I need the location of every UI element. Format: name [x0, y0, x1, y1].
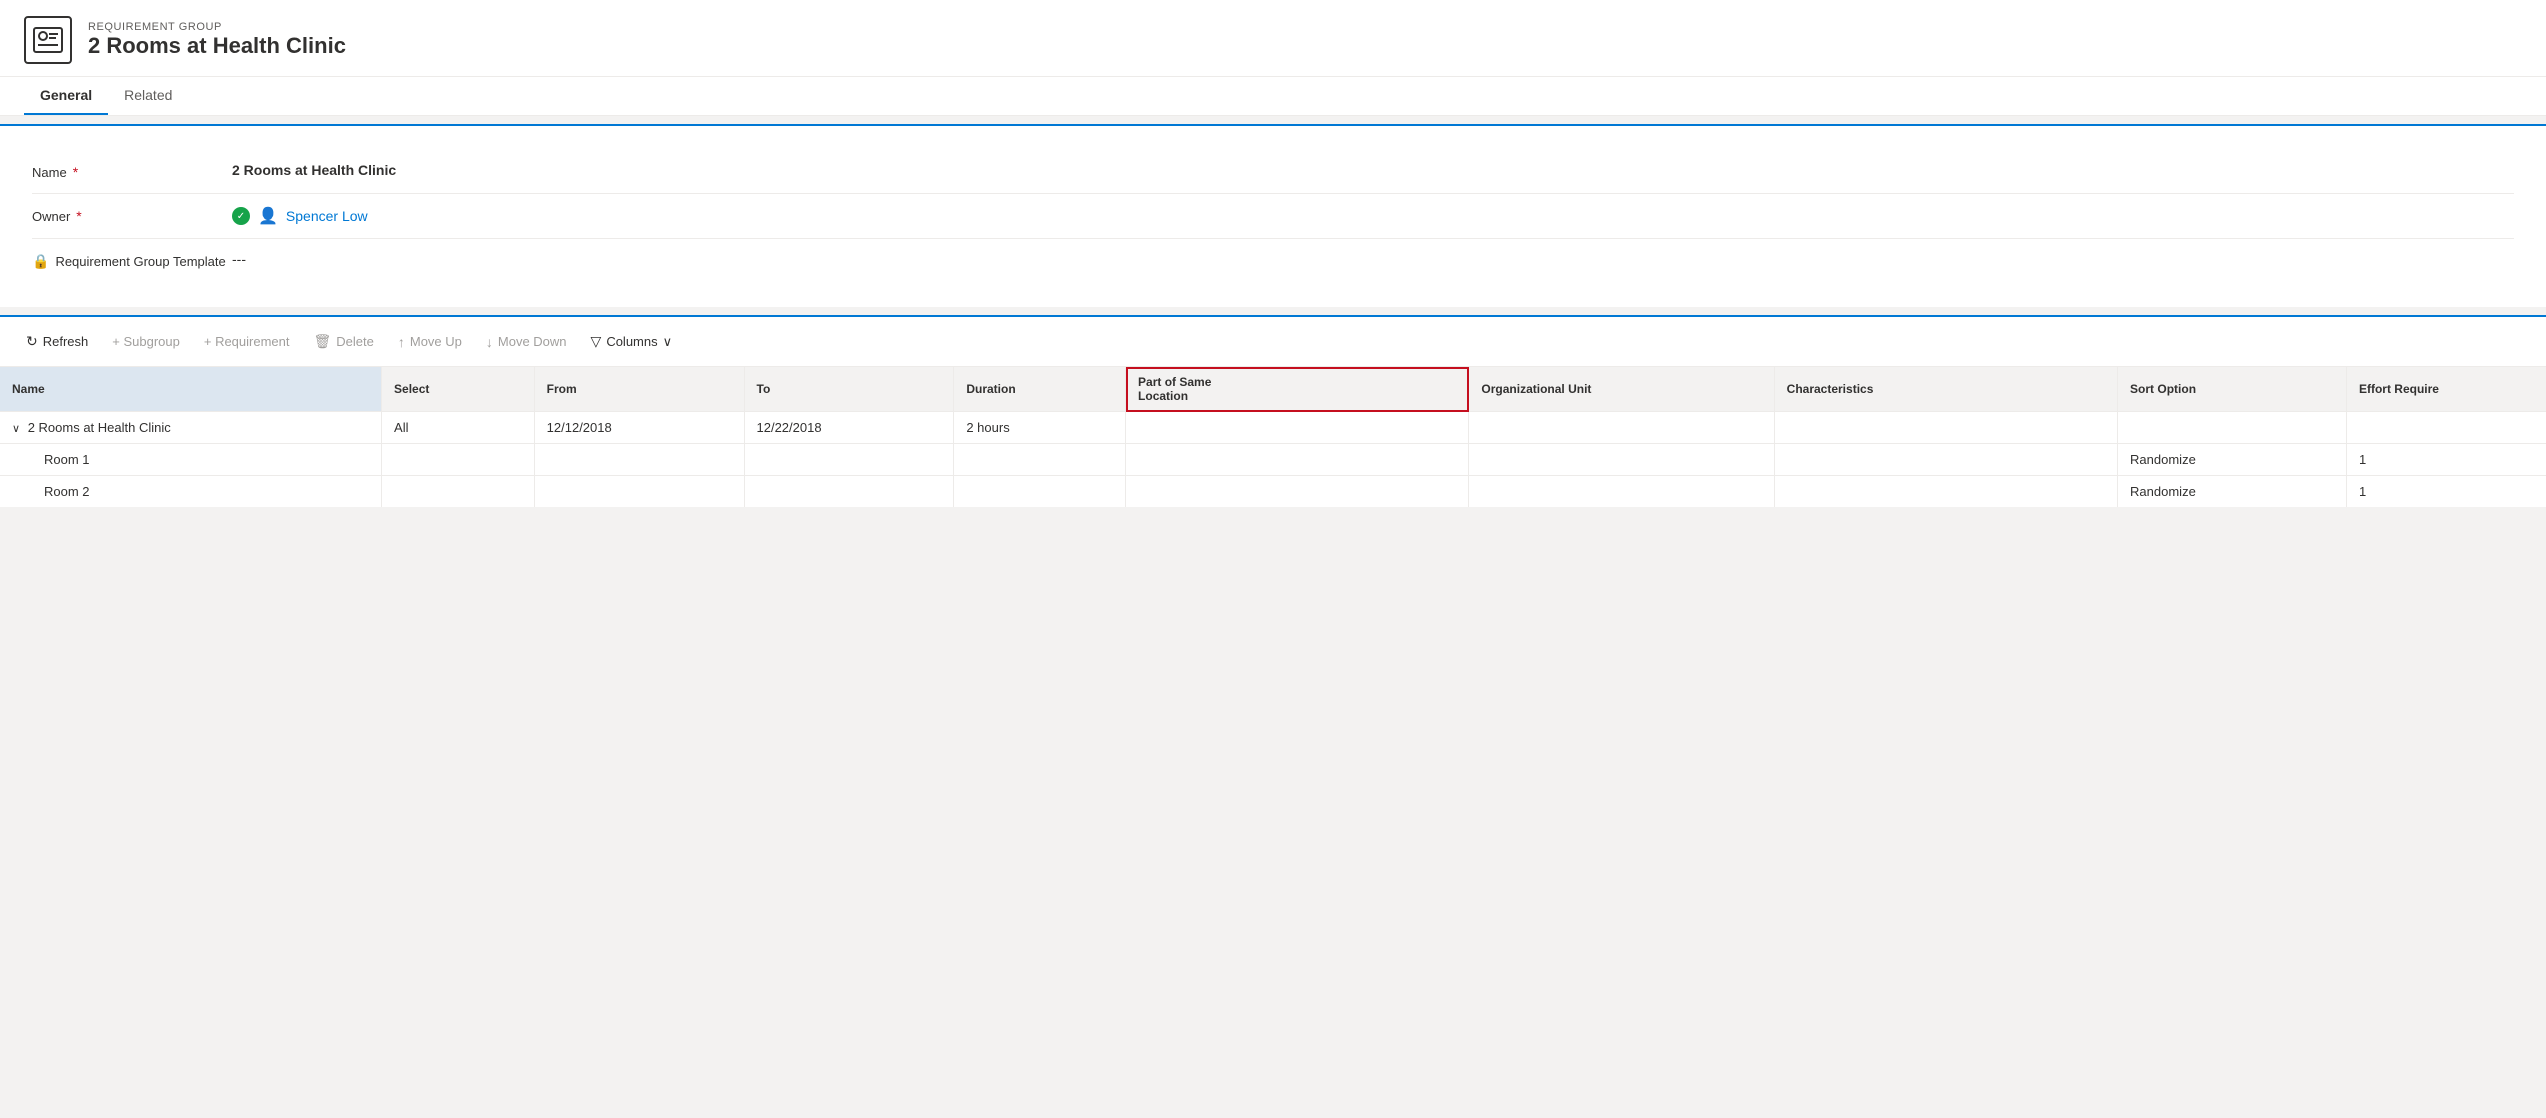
row-select-room2 — [382, 476, 535, 508]
page-title: 2 Rooms at Health Clinic — [88, 33, 346, 59]
page-header: REQUIREMENT GROUP 2 Rooms at Health Clin… — [0, 0, 2546, 77]
col-header-duration: Duration — [954, 367, 1126, 412]
form-section: Name * 2 Rooms at Health Clinic Owner * … — [0, 124, 2546, 307]
col-header-sort: Sort Option — [2118, 367, 2347, 412]
row-from-room2 — [534, 476, 744, 508]
owner-label: Owner * — [32, 206, 232, 224]
tabs-bar: General Related — [0, 77, 2546, 116]
row-name-room2: Room 2 — [0, 476, 382, 508]
row-sort-room2: Randomize — [2118, 476, 2347, 508]
row-to-room1 — [744, 444, 954, 476]
refresh-button[interactable]: ↻ Refresh — [16, 327, 98, 356]
owner-link[interactable]: Spencer Low — [286, 208, 368, 224]
row-duration-parent: 2 hours — [954, 412, 1126, 444]
row-effort-room2: 1 — [2346, 476, 2546, 508]
table-row[interactable]: Room 1 Randomize 1 — [0, 444, 2546, 476]
lock-icon: 🔒 — [32, 253, 49, 270]
filter-icon: ▽ — [591, 333, 602, 350]
chevron-down-icon: ∨ — [663, 334, 673, 350]
form-row-name: Name * 2 Rooms at Health Clinic — [32, 150, 2514, 194]
owner-status-icon: ✓ — [232, 207, 250, 225]
grid-toolbar: ↻ Refresh + Subgroup + Requirement 🗑 Del… — [0, 317, 2546, 367]
row-to-room2 — [744, 476, 954, 508]
col-header-name: Name — [0, 367, 382, 412]
row-part-of-same-room1 — [1126, 444, 1469, 476]
move-down-icon: ↓ — [486, 334, 493, 350]
delete-button[interactable]: 🗑 Delete — [304, 327, 384, 356]
row-select-room1 — [382, 444, 535, 476]
row-org-unit-room1 — [1469, 444, 1774, 476]
col-header-org-unit: Organizational Unit — [1469, 367, 1774, 412]
move-up-icon: ↑ — [398, 334, 405, 350]
move-down-button[interactable]: ↓ Move Down — [476, 328, 577, 356]
owner-person-icon: 👤 — [258, 206, 278, 226]
row-select-parent: All — [382, 412, 535, 444]
row-from-parent: 12/12/2018 — [534, 412, 744, 444]
col-header-to: To — [744, 367, 954, 412]
row-org-unit-parent — [1469, 412, 1774, 444]
columns-button[interactable]: ▽ Columns ∨ — [581, 327, 683, 356]
table-row[interactable]: ∨ 2 Rooms at Health Clinic All 12/12/201… — [0, 412, 2546, 444]
row-org-unit-room2 — [1469, 476, 1774, 508]
template-label: 🔒 Requirement Group Template — [32, 251, 232, 270]
col-header-part-of-same: Part of Same Location — [1126, 367, 1469, 412]
required-star-owner: * — [76, 208, 81, 224]
row-name-room1: Room 1 — [0, 444, 382, 476]
delete-icon: 🗑 — [314, 333, 332, 350]
row-sort-parent — [2118, 412, 2347, 444]
row-part-of-same-room2 — [1126, 476, 1469, 508]
expand-icon: ∨ — [12, 423, 20, 435]
grid-section: ↻ Refresh + Subgroup + Requirement 🗑 Del… — [0, 315, 2546, 507]
name-label: Name * — [32, 162, 232, 180]
col-header-effort: Effort Require — [2346, 367, 2546, 412]
refresh-icon: ↻ — [26, 333, 38, 350]
row-to-parent: 12/22/2018 — [744, 412, 954, 444]
row-characteristics-parent — [1774, 412, 2117, 444]
row-duration-room1 — [954, 444, 1126, 476]
row-part-of-same-parent — [1126, 412, 1469, 444]
requirements-table: Name Select From To Duration Part of Sam… — [0, 367, 2546, 507]
subgroup-button[interactable]: + Subgroup — [102, 328, 190, 355]
table-row[interactable]: Room 2 Randomize 1 — [0, 476, 2546, 508]
form-row-owner: Owner * ✓ 👤 Spencer Low — [32, 194, 2514, 239]
row-characteristics-room1 — [1774, 444, 2117, 476]
table-header-row: Name Select From To Duration Part of Sam… — [0, 367, 2546, 412]
row-characteristics-room2 — [1774, 476, 2117, 508]
name-value[interactable]: 2 Rooms at Health Clinic — [232, 162, 2514, 178]
row-effort-room1: 1 — [2346, 444, 2546, 476]
req-group-icon — [24, 16, 72, 64]
col-header-from: From — [534, 367, 744, 412]
template-value[interactable]: --- — [232, 251, 2514, 267]
tab-general[interactable]: General — [24, 77, 108, 115]
row-duration-room2 — [954, 476, 1126, 508]
form-row-template: 🔒 Requirement Group Template --- — [32, 239, 2514, 283]
owner-value: ✓ 👤 Spencer Low — [232, 206, 2514, 226]
col-header-characteristics: Characteristics — [1774, 367, 2117, 412]
row-effort-parent — [2346, 412, 2546, 444]
col-header-select: Select — [382, 367, 535, 412]
row-name-parent: ∨ 2 Rooms at Health Clinic — [0, 412, 382, 444]
tab-related[interactable]: Related — [108, 77, 188, 115]
requirement-button[interactable]: + Requirement — [194, 328, 300, 355]
move-up-button[interactable]: ↑ Move Up — [388, 328, 472, 356]
header-text: REQUIREMENT GROUP 2 Rooms at Health Clin… — [88, 21, 346, 59]
req-group-label: REQUIREMENT GROUP — [88, 21, 346, 33]
row-sort-room1: Randomize — [2118, 444, 2347, 476]
required-star-name: * — [73, 164, 78, 180]
row-from-room1 — [534, 444, 744, 476]
